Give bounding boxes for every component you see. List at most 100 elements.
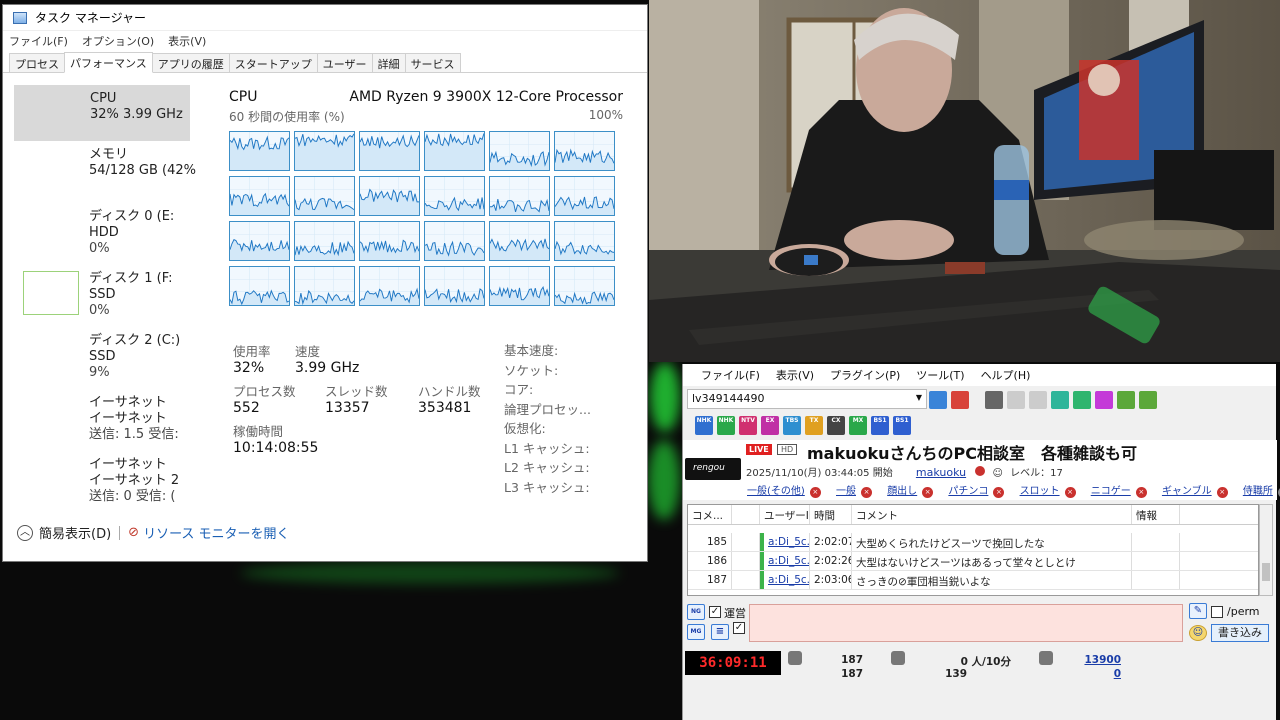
tab-services[interactable]: サービス: [404, 53, 461, 72]
ng-button[interactable]: NG: [687, 604, 705, 620]
live-id-combobox[interactable]: lv349144490 ▼: [687, 389, 927, 409]
menu-file[interactable]: ファイル(F): [701, 367, 760, 383]
remove-tag-icon[interactable]: ×: [809, 487, 821, 498]
sidebar-item-disk0[interactable]: ディスク 0 (E: HDD 0%: [13, 203, 213, 265]
sidebar-item-ethernet1[interactable]: イーサネット イーサネット 送信: 1.5 受信:: [13, 389, 213, 451]
toolbar-button[interactable]: [1095, 391, 1113, 409]
remove-tag-icon[interactable]: ×: [993, 487, 1005, 498]
disconnect-button[interactable]: [951, 391, 969, 409]
list-icon[interactable]: ≡: [711, 624, 729, 640]
col-user-id[interactable]: ユーザーID: [760, 505, 810, 524]
ad-points[interactable]: 13900: [1063, 654, 1121, 666]
comment-scrollbar[interactable]: [1259, 504, 1273, 596]
comment-input[interactable]: [749, 604, 1183, 642]
fewer-details-link[interactable]: 簡易表示(D): [39, 523, 111, 542]
table-row[interactable]: 187 a:Di_5c... 2:03:06 さっきの⊘軍団相当鋭いよな: [688, 571, 1258, 590]
channel-button[interactable]: CX: [827, 416, 845, 435]
channel-button[interactable]: BS1: [893, 416, 911, 435]
comment-user[interactable]: a:Di_5c...: [760, 552, 810, 570]
category-tag[interactable]: 侍職所: [1243, 486, 1273, 497]
channel-button[interactable]: NTV: [739, 416, 757, 435]
cpu-core-graph: [359, 221, 420, 261]
menu-view[interactable]: 表示(V): [168, 33, 206, 49]
submit-comment-button[interactable]: 書き込み: [1211, 624, 1269, 642]
emoji-icon[interactable]: ☺: [1189, 625, 1207, 641]
col-comment[interactable]: コメント: [852, 505, 1132, 524]
category-tag[interactable]: 一般: [836, 486, 856, 497]
tab-startup[interactable]: スタートアップ: [228, 53, 318, 72]
divider: [119, 525, 121, 540]
sidebar-label: ディスク 2 (C:): [89, 333, 181, 348]
tab-app-history[interactable]: アプリの履歴: [151, 53, 230, 72]
cpu-core-graph: [424, 266, 485, 306]
col-number[interactable]: コメ...: [688, 505, 732, 524]
toolbar-button[interactable]: [1051, 391, 1069, 409]
thread-value: 13357: [325, 400, 370, 416]
sidebar-item-cpu[interactable]: CPU 32% 3.99 GHz: [14, 85, 190, 141]
channel-button[interactable]: BS1: [871, 416, 889, 435]
unei-checkbox[interactable]: ✓: [709, 606, 721, 618]
connect-button[interactable]: [929, 391, 947, 409]
category-tag[interactable]: 一般(その他): [747, 486, 805, 497]
table-row[interactable]: 185 a:Di_5c... 2:02:07 大型めくられたけどスーツで挽回した…: [688, 533, 1258, 552]
menu-tools[interactable]: ツール(T): [916, 367, 964, 383]
category-tag[interactable]: ニコゲー: [1091, 486, 1131, 497]
toolbar-button[interactable]: [1073, 391, 1091, 409]
scrollbar-thumb[interactable]: [1262, 563, 1270, 581]
open-resource-monitor-link[interactable]: リソース モニターを開く: [143, 523, 289, 542]
toolbar-button[interactable]: [1117, 391, 1135, 409]
channel-button[interactable]: TX: [805, 416, 823, 435]
pen-icon[interactable]: ✎: [1189, 603, 1207, 619]
channel-button[interactable]: EX: [761, 416, 779, 435]
sidebar-usage: 送信: 1.5 受信:: [89, 427, 179, 442]
sidebar-item-ethernet2[interactable]: イーサネット イーサネット 2 送信: 0 受信: (: [13, 451, 213, 513]
uptime-label: 稼働時間: [233, 424, 284, 439]
comment-user[interactable]: a:Di_5c...: [760, 571, 810, 589]
tab-processes[interactable]: プロセス: [9, 53, 65, 72]
chevron-up-icon[interactable]: ︿: [17, 524, 33, 541]
gift-points[interactable]: 0: [1063, 668, 1121, 680]
table-row[interactable]: 186 a:Di_5c... 2:02:26 大型はないけどスーツはあるって堂々…: [688, 552, 1258, 571]
category-tag[interactable]: パチンコ: [948, 486, 988, 497]
remove-tag-icon[interactable]: ×: [1064, 487, 1076, 498]
comment-flag: [732, 571, 760, 589]
channel-button[interactable]: TBS: [783, 416, 801, 435]
channel-button[interactable]: NHK: [695, 416, 713, 435]
remove-tag-icon[interactable]: ×: [1216, 487, 1228, 498]
owner-link[interactable]: makuoku: [916, 466, 966, 479]
remove-tag-icon[interactable]: ×: [1135, 487, 1147, 498]
col-time[interactable]: 時間: [810, 505, 852, 524]
channel-button[interactable]: MX: [849, 416, 867, 435]
menu-help[interactable]: ヘルプ(H): [981, 367, 1031, 383]
col-info[interactable]: 情報: [1132, 505, 1180, 524]
core-graph-grid[interactable]: [229, 131, 623, 306]
sidebar-item-disk2[interactable]: ディスク 2 (C:) SSD 9%: [13, 327, 213, 389]
category-tag[interactable]: 顔出し: [887, 486, 917, 497]
remove-tag-icon[interactable]: ×: [922, 487, 934, 498]
menu-file[interactable]: ファイル(F): [9, 33, 68, 49]
tab-details[interactable]: 詳細: [371, 53, 406, 72]
col-flag[interactable]: [732, 505, 760, 524]
menu-view[interactable]: 表示(V): [776, 367, 814, 383]
category-tag[interactable]: ギャンブル: [1162, 486, 1212, 497]
viewers-per-10min: 0 人/10分: [960, 656, 1011, 668]
sidebar-item-disk1[interactable]: ディスク 1 (F: SSD 0%: [13, 265, 213, 327]
menu-options[interactable]: オプション(O): [82, 33, 154, 49]
title-bar[interactable]: タスク マネージャー: [3, 5, 647, 31]
menu-plugins[interactable]: プラグイン(P): [830, 367, 900, 383]
channel-button[interactable]: NHK: [717, 416, 735, 435]
sidebar-item-memory[interactable]: メモリ 54/128 GB (42%: [13, 141, 213, 203]
category-tag[interactable]: スロット: [1020, 486, 1060, 497]
remove-tag-icon[interactable]: ×: [861, 487, 872, 498]
184-checkbox[interactable]: ✓: [733, 622, 745, 634]
comment-user[interactable]: a:Di_5c...: [760, 533, 810, 551]
toolbar-button[interactable]: [1029, 391, 1047, 409]
tab-users[interactable]: ユーザー: [316, 53, 373, 72]
settings-gear-icon[interactable]: [1139, 391, 1157, 409]
toolbar-button[interactable]: [985, 391, 1003, 409]
tab-performance[interactable]: パフォーマンス: [64, 52, 153, 73]
toolbar-button[interactable]: [1007, 391, 1025, 409]
perm-checkbox[interactable]: [1211, 606, 1223, 618]
mode-button[interactable]: MG: [687, 624, 705, 640]
sidebar-usage: 送信: 0 受信: (: [89, 489, 176, 504]
